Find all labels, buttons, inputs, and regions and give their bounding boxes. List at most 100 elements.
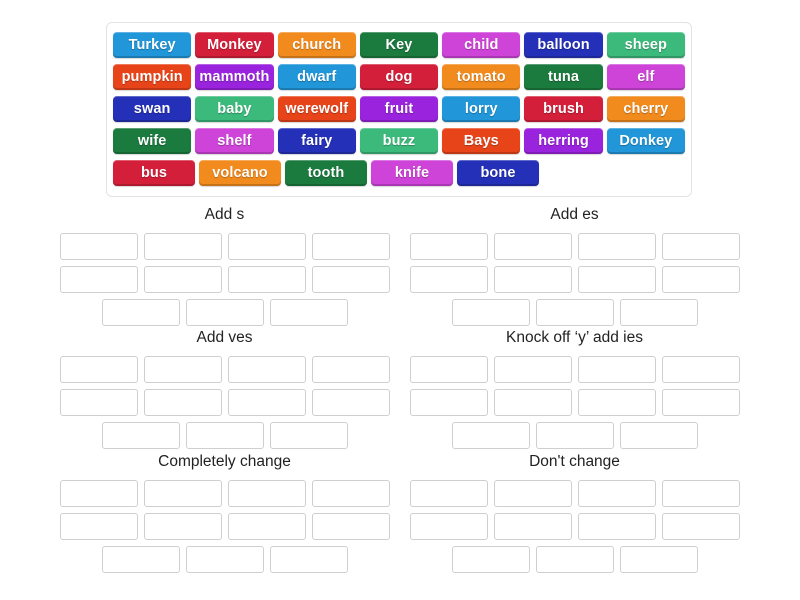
drop-slot[interactable] bbox=[493, 356, 572, 383]
word-tile[interactable]: mammoth bbox=[195, 64, 274, 90]
drop-slot[interactable] bbox=[59, 389, 138, 416]
drop-slot[interactable] bbox=[577, 389, 656, 416]
drop-slot[interactable] bbox=[409, 389, 488, 416]
drop-slot[interactable] bbox=[185, 299, 264, 326]
drop-slot[interactable] bbox=[409, 233, 488, 260]
word-tile[interactable]: bus bbox=[113, 160, 195, 186]
word-tile[interactable]: swan bbox=[113, 96, 192, 122]
category-zone-completely-change[interactable]: Completely change bbox=[52, 452, 397, 576]
category-zone-add-ves[interactable]: Add ves bbox=[52, 328, 397, 452]
drop-slot[interactable] bbox=[101, 546, 180, 573]
drop-slot[interactable] bbox=[577, 233, 656, 260]
drop-slot[interactable] bbox=[577, 480, 656, 507]
word-tile[interactable]: child bbox=[442, 32, 521, 58]
word-tile[interactable]: buzz bbox=[359, 128, 439, 154]
drop-slot[interactable] bbox=[143, 266, 222, 293]
drop-slot[interactable] bbox=[577, 356, 656, 383]
word-tile[interactable]: shelf bbox=[195, 128, 274, 154]
word-tile[interactable]: knife bbox=[371, 160, 453, 186]
drop-slot[interactable] bbox=[493, 233, 572, 260]
word-tile[interactable]: pumpkin bbox=[113, 64, 192, 90]
word-tile[interactable]: sheep bbox=[606, 32, 685, 58]
drop-slot[interactable] bbox=[619, 299, 698, 326]
drop-slot[interactable] bbox=[143, 480, 222, 507]
drop-slot[interactable] bbox=[619, 422, 698, 449]
drop-slot[interactable] bbox=[409, 513, 488, 540]
word-tile[interactable]: tuna bbox=[524, 64, 603, 90]
drop-slot[interactable] bbox=[143, 356, 222, 383]
drop-slot[interactable] bbox=[451, 546, 530, 573]
word-tile[interactable]: balloon bbox=[524, 32, 603, 58]
drop-slot[interactable] bbox=[59, 480, 138, 507]
drop-slot[interactable] bbox=[227, 356, 306, 383]
drop-slot[interactable] bbox=[269, 546, 348, 573]
word-tile[interactable]: Bays bbox=[442, 128, 521, 154]
word-tile[interactable]: elf bbox=[606, 64, 685, 90]
drop-slot[interactable] bbox=[409, 356, 488, 383]
drop-slot[interactable] bbox=[143, 389, 222, 416]
word-tile[interactable]: cherry bbox=[606, 96, 685, 122]
drop-slot[interactable] bbox=[661, 480, 740, 507]
word-tile[interactable]: Monkey bbox=[195, 32, 274, 58]
word-tile[interactable]: church bbox=[277, 32, 356, 58]
word-tile[interactable]: volcano bbox=[199, 160, 281, 186]
drop-slot[interactable] bbox=[493, 480, 572, 507]
drop-slot[interactable] bbox=[59, 513, 138, 540]
drop-slot[interactable] bbox=[311, 233, 390, 260]
drop-slot[interactable] bbox=[227, 480, 306, 507]
drop-slot[interactable] bbox=[101, 422, 180, 449]
drop-slot[interactable] bbox=[185, 546, 264, 573]
drop-slot[interactable] bbox=[227, 266, 306, 293]
drop-slot[interactable] bbox=[311, 480, 390, 507]
word-tile[interactable]: Donkey bbox=[606, 128, 685, 154]
drop-slot[interactable] bbox=[311, 356, 390, 383]
word-tile[interactable]: Turkey bbox=[113, 32, 192, 58]
drop-slot[interactable] bbox=[661, 389, 740, 416]
drop-slot[interactable] bbox=[577, 513, 656, 540]
word-tile[interactable]: fairy bbox=[277, 128, 356, 154]
drop-slot[interactable] bbox=[451, 422, 530, 449]
word-tile[interactable]: brush bbox=[524, 96, 603, 122]
word-bank[interactable]: Turkey Monkey church Key child balloon sheep pu… bbox=[106, 22, 692, 197]
word-tile[interactable]: herring bbox=[524, 128, 603, 154]
drop-slot[interactable] bbox=[143, 513, 222, 540]
category-zone-knock-off-y-add-ies[interactable]: Knock off ‘y’ add ies bbox=[402, 328, 747, 452]
drop-slot[interactable] bbox=[493, 266, 572, 293]
drop-slot[interactable] bbox=[59, 233, 138, 260]
drop-slot[interactable] bbox=[101, 299, 180, 326]
drop-slot[interactable] bbox=[311, 513, 390, 540]
drop-slot[interactable] bbox=[535, 546, 614, 573]
category-zone-add-es[interactable]: Add es bbox=[402, 205, 747, 329]
drop-slot[interactable] bbox=[535, 422, 614, 449]
drop-slot[interactable] bbox=[269, 422, 348, 449]
word-tile[interactable]: lorry bbox=[442, 96, 521, 122]
drop-slot[interactable] bbox=[661, 513, 740, 540]
category-zone-add-s[interactable]: Add s bbox=[52, 205, 397, 329]
drop-slot[interactable] bbox=[409, 480, 488, 507]
word-tile[interactable]: tooth bbox=[285, 160, 367, 186]
word-tile[interactable]: Key bbox=[359, 32, 439, 58]
drop-slot[interactable] bbox=[59, 266, 138, 293]
drop-slot[interactable] bbox=[661, 233, 740, 260]
drop-slot[interactable] bbox=[493, 513, 572, 540]
drop-slot[interactable] bbox=[227, 233, 306, 260]
word-tile[interactable]: dog bbox=[359, 64, 439, 90]
drop-slot[interactable] bbox=[185, 422, 264, 449]
drop-slot[interactable] bbox=[143, 233, 222, 260]
word-tile[interactable]: werewolf bbox=[277, 96, 356, 122]
word-tile[interactable]: dwarf bbox=[277, 64, 356, 90]
drop-slot[interactable] bbox=[227, 389, 306, 416]
word-tile[interactable]: tomato bbox=[442, 64, 521, 90]
drop-slot[interactable] bbox=[409, 266, 488, 293]
drop-slot[interactable] bbox=[661, 266, 740, 293]
word-tile[interactable]: bone bbox=[457, 160, 539, 186]
drop-slot[interactable] bbox=[493, 389, 572, 416]
drop-slot[interactable] bbox=[227, 513, 306, 540]
word-tile[interactable]: fruit bbox=[359, 96, 439, 122]
drop-slot[interactable] bbox=[59, 356, 138, 383]
drop-slot[interactable] bbox=[269, 299, 348, 326]
drop-slot[interactable] bbox=[311, 389, 390, 416]
word-tile[interactable]: baby bbox=[195, 96, 274, 122]
category-zone-dont-change[interactable]: Don't change bbox=[402, 452, 747, 576]
drop-slot[interactable] bbox=[661, 356, 740, 383]
